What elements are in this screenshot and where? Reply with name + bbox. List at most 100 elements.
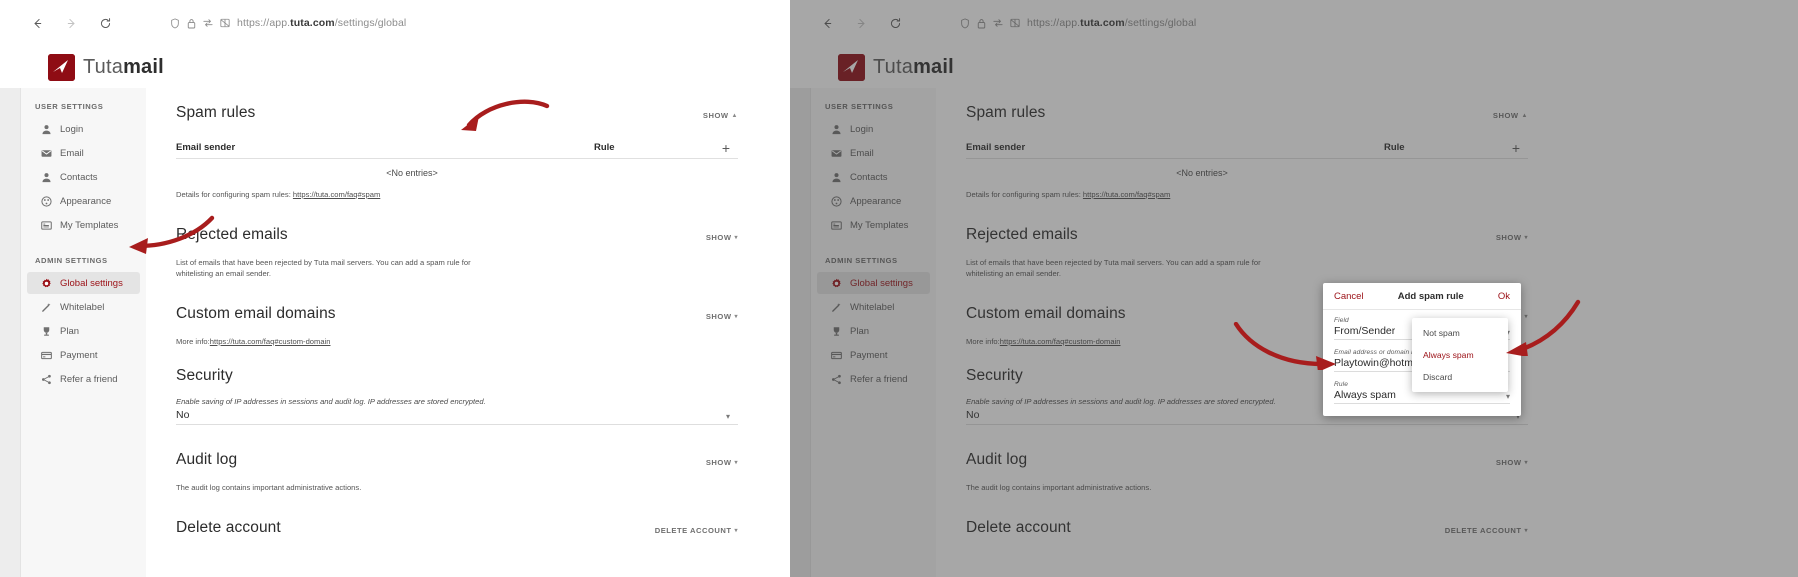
envelope-icon	[831, 148, 842, 159]
app-logo-bar: Tutamail	[790, 46, 1798, 88]
show-label: SHOW	[705, 458, 732, 467]
spam-faq-link[interactable]: https://tuta.com/faq#spam	[1083, 190, 1170, 199]
sidebar-item-whitelabel[interactable]: Whitelabel	[817, 296, 930, 318]
rejected-emails-show-button[interactable]: SHOW ▾	[1496, 233, 1528, 244]
audit-log-show-button[interactable]: SHOW ▾	[1496, 458, 1528, 469]
forward-arrow-icon[interactable]	[850, 12, 872, 34]
spam-rules-table-header: Email sender Rule +	[966, 133, 1528, 159]
section-delete-account: Delete account DELETE ACCOUNT ▾	[176, 519, 738, 539]
browser-chrome: https://app.tuta.com/settings/global	[0, 0, 790, 46]
hint-prefix: Details for configuring spam rules:	[966, 190, 1083, 199]
sidebar-item-whitelabel[interactable]: Whitelabel	[27, 296, 140, 318]
wand-icon	[831, 302, 842, 313]
audit-log-show-button[interactable]: SHOW ▾	[706, 458, 738, 469]
envelope-icon	[41, 148, 52, 159]
left-browser-window: https://app.tuta.com/settings/global Tut…	[0, 0, 790, 577]
sidebar-item-global-settings[interactable]: Global settings	[817, 272, 930, 294]
security-ip-value: No	[176, 409, 190, 421]
rejected-emails-show-button[interactable]: SHOW ▾	[706, 233, 738, 244]
sidebar-item-email[interactable]: Email	[27, 142, 140, 164]
address-bar[interactable]: https://app.tuta.com/settings/global	[170, 10, 764, 36]
sidebar-item-my-templates[interactable]: My Templates	[817, 214, 930, 236]
settings-content: Spam rules SHOW ▲ Email sender Rule + <N…	[146, 88, 790, 577]
delete-account-button[interactable]: DELETE ACCOUNT ▾	[655, 526, 738, 537]
reload-icon[interactable]	[884, 12, 906, 34]
url-text: https://app.tuta.com/settings/global	[237, 17, 406, 29]
sidebar-item-label: Email	[850, 147, 874, 159]
column-header-email-sender: Email sender	[176, 142, 236, 153]
sidebar-item-label: Refer a friend	[850, 373, 908, 385]
security-ip-select[interactable]: No ▾	[176, 409, 738, 425]
show-label: SHOW	[705, 233, 732, 242]
spam-rules-show-button[interactable]: SHOW ▲	[1493, 111, 1528, 122]
sidebar-item-label: Whitelabel	[850, 301, 895, 313]
chevron-down-icon: ▾	[1524, 459, 1528, 466]
spam-rules-title: Spam rules	[966, 104, 1046, 121]
settings-sidebar: USER SETTINGS Login Email Contacts Appea…	[811, 88, 936, 577]
sidebar-item-plan[interactable]: Plan	[27, 320, 140, 342]
back-arrow-icon[interactable]	[26, 12, 48, 34]
section-spam-rules: Spam rules SHOW ▲ Email sender Rule + <N…	[176, 104, 738, 200]
dialog-header: Cancel Add spam rule Ok	[1323, 283, 1521, 310]
sidebar-item-email[interactable]: Email	[817, 142, 930, 164]
sidebar-item-contacts[interactable]: Contacts	[27, 166, 140, 188]
delete-account-button[interactable]: DELETE ACCOUNT ▾	[1445, 526, 1528, 537]
sidebar-item-refer-a-friend[interactable]: Refer a friend	[27, 368, 140, 390]
sidebar-item-appearance[interactable]: Appearance	[817, 190, 930, 212]
sidebar-item-label: Appearance	[850, 195, 902, 207]
dropdown-option-not-spam[interactable]: Not spam	[1412, 322, 1508, 344]
plus-icon[interactable]: +	[714, 141, 738, 155]
right-browser-window: https://app.tuta.com/settings/global Tut…	[790, 0, 1798, 577]
lock-icon	[187, 18, 196, 29]
person-icon	[41, 124, 52, 135]
address-bar[interactable]: https://app.tuta.com/settings/global	[960, 10, 1772, 36]
dropdown-option-always-spam[interactable]: Always spam	[1412, 344, 1508, 366]
sidebar-item-login[interactable]: Login	[27, 118, 140, 140]
custom-domain-faq-link[interactable]: https://tuta.com/faq#custom-domain	[1000, 337, 1121, 346]
chevron-down-icon: ▾	[725, 412, 730, 421]
chevron-down-icon: ▾	[1524, 234, 1528, 241]
custom-domains-hint: More info:https://tuta.com/faq#custom-do…	[176, 336, 738, 347]
sidebar-item-payment[interactable]: Payment	[27, 344, 140, 366]
hint-prefix: Details for configuring spam rules:	[176, 190, 293, 199]
share-icon	[41, 374, 52, 385]
section-delete-account: Delete account DELETE ACCOUNT ▾	[966, 519, 1528, 539]
trophy-icon	[831, 326, 842, 337]
reader-mode-icon[interactable]	[220, 18, 230, 28]
logo-text-light: Tuta	[83, 55, 124, 78]
chevron-down-icon: ▾	[734, 313, 738, 320]
spam-rules-title: Spam rules	[176, 104, 256, 121]
back-arrow-icon[interactable]	[816, 12, 838, 34]
sidebar-item-label: Appearance	[60, 195, 112, 207]
spam-faq-link[interactable]: https://tuta.com/faq#spam	[293, 190, 380, 199]
sidebar-item-plan[interactable]: Plan	[817, 320, 930, 342]
audit-log-title: Audit log	[176, 451, 238, 468]
reload-icon[interactable]	[94, 12, 116, 34]
chevron-down-icon: ▾	[1524, 527, 1528, 534]
share-icon	[831, 374, 842, 385]
sidebar-item-appearance[interactable]: Appearance	[27, 190, 140, 212]
ok-button[interactable]: Ok	[1498, 291, 1510, 302]
tuta-logo-icon	[48, 53, 75, 81]
spam-rules-show-button[interactable]: SHOW ▲	[703, 111, 738, 122]
reader-mode-icon[interactable]	[1010, 18, 1020, 28]
sidebar-item-label: Global settings	[850, 277, 913, 289]
sidebar-item-global-settings[interactable]: Global settings	[27, 272, 140, 294]
sidebar-item-label: Login	[850, 123, 874, 135]
audit-log-description: The audit log contains important adminis…	[966, 483, 1152, 492]
url-prefix: https://app.	[1027, 17, 1081, 29]
credit-card-icon	[831, 350, 842, 361]
sidebar-item-login[interactable]: Login	[817, 118, 930, 140]
custom-domain-faq-link[interactable]: https://tuta.com/faq#custom-domain	[210, 337, 331, 346]
folder-rail	[790, 88, 811, 577]
sidebar-item-contacts[interactable]: Contacts	[817, 166, 930, 188]
sidebar-item-my-templates[interactable]: My Templates	[27, 214, 140, 236]
dropdown-option-discard[interactable]: Discard	[1412, 366, 1508, 388]
forward-arrow-icon[interactable]	[60, 12, 82, 34]
cancel-button[interactable]: Cancel	[1334, 291, 1364, 302]
sidebar-item-refer-a-friend[interactable]: Refer a friend	[817, 368, 930, 390]
custom-domains-show-button[interactable]: SHOW ▾	[706, 312, 738, 323]
plus-icon[interactable]: +	[1504, 141, 1528, 155]
security-description: Enable saving of IP addresses in session…	[176, 397, 486, 406]
sidebar-item-payment[interactable]: Payment	[817, 344, 930, 366]
